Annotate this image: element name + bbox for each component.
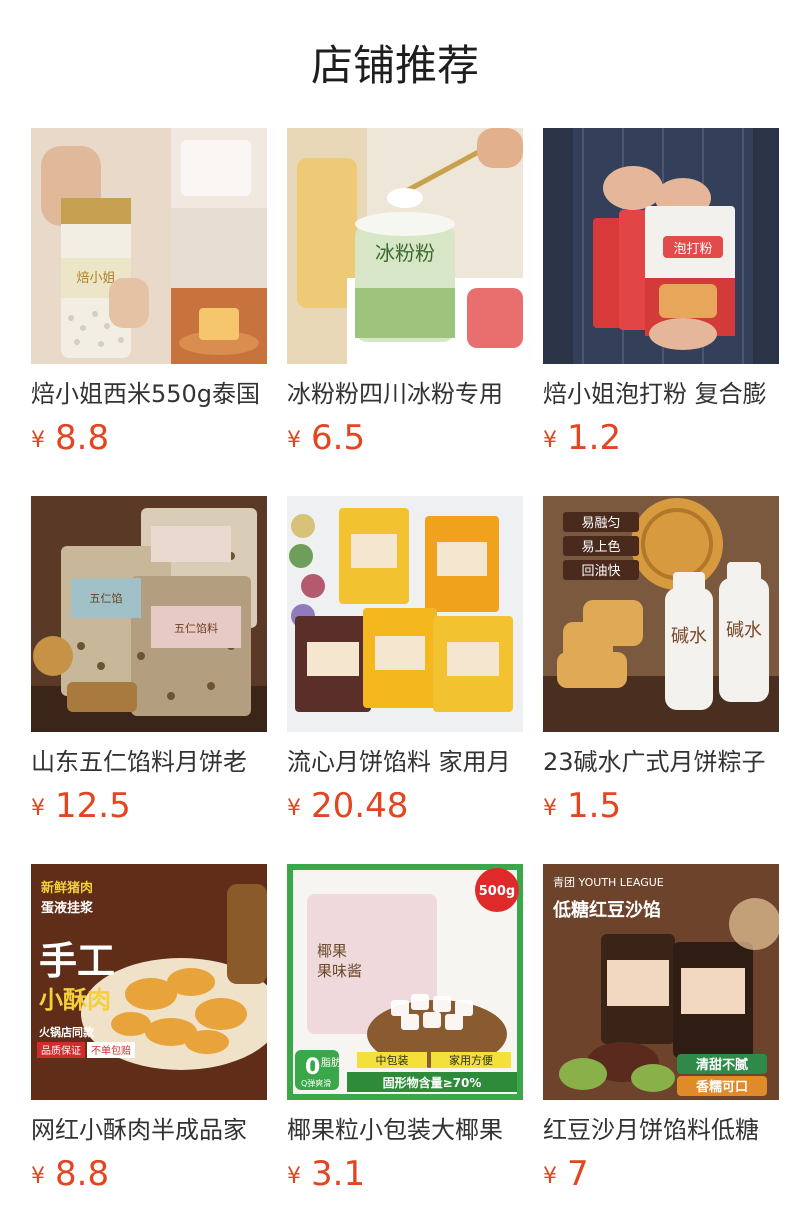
product-image-label: 低糖红豆沙馅 xyxy=(552,899,661,921)
product-image-label: 青团 YOUTH LEAGUE xyxy=(553,876,664,889)
product-image-label: 易上色 xyxy=(581,539,620,555)
product-image-label: 新鲜猪肉 xyxy=(41,880,93,896)
product-price: ¥1.5 xyxy=(543,786,779,826)
price-amount: 8.8 xyxy=(55,418,110,458)
product-image-label: 泡打粉 xyxy=(673,242,712,257)
product-price: ¥1.2 xyxy=(543,418,779,458)
product-image-label: 五仁馅料 xyxy=(174,621,218,635)
product-name[interactable]: 山东五仁馅料月饼老 xyxy=(31,746,267,778)
product-image-label: 固形物含量≥70% xyxy=(383,1075,482,1090)
product-card[interactable]: 新鲜猪肉 蛋液挂浆 手工 小酥肉 火锅店同款 品质保证 不单包赔 网红小酥肉半成… xyxy=(31,864,267,1194)
product-card[interactable]: 椰果 果味酱 500g 0 脂肪 Q弹爽滑 中包装 家用方便 固形物含量≥70%… xyxy=(287,864,523,1194)
product-image[interactable]: 易融匀 易上色 回油快 碱水 碱水 xyxy=(543,496,779,732)
coconut-jelly-bag-image: 椰果 果味酱 500g 0 脂肪 Q弹爽滑 中包装 家用方便 固形物含量≥70% xyxy=(287,864,523,1100)
tapioca-pearl-jar-image: 焙小姐 xyxy=(31,128,267,364)
product-card[interactable]: 青团 YOUTH LEAGUE 低糖红豆沙馅 清甜不腻 香糯可口 红豆沙月饼馅料… xyxy=(543,864,779,1194)
lava-mooncake-filling-packs-image xyxy=(287,496,523,732)
product-price: ¥3.1 xyxy=(287,1154,523,1194)
product-image[interactable]: 泡打粉 xyxy=(543,128,779,364)
product-image[interactable] xyxy=(287,496,523,732)
product-name[interactable]: 椰果粒小包装大椰果 xyxy=(287,1114,523,1146)
fried-pork-bites-image: 新鲜猪肉 蛋液挂浆 手工 小酥肉 火锅店同款 品质保证 不单包赔 xyxy=(31,864,267,1100)
currency-symbol: ¥ xyxy=(543,796,557,821)
currency-symbol: ¥ xyxy=(287,1164,301,1189)
product-image[interactable]: 新鲜猪肉 蛋液挂浆 手工 小酥肉 火锅店同款 品质保证 不单包赔 xyxy=(31,864,267,1100)
product-image-label: 回油快 xyxy=(581,564,620,579)
product-card[interactable]: 易融匀 易上色 回油快 碱水 碱水 23碱水广式月饼粽子 ¥ 1.5 xyxy=(543,496,779,826)
product-image-label: 椰果 xyxy=(317,942,347,960)
product-image-label: 0 xyxy=(305,1055,320,1080)
product-price: ¥6.5 xyxy=(287,418,523,458)
product-name[interactable]: 焙小姐泡打粉 复合膨 xyxy=(543,378,779,410)
price-amount: 20.48 xyxy=(311,786,409,826)
product-name[interactable]: 冰粉粉四川冰粉专用 xyxy=(287,378,523,410)
price-amount: 6.5 xyxy=(311,418,366,458)
baking-powder-packets-image: 泡打粉 xyxy=(543,128,779,364)
product-image-label: 果味酱 xyxy=(317,962,362,980)
red-bean-paste-bags-image: 青团 YOUTH LEAGUE 低糖红豆沙馅 清甜不腻 香糯可口 xyxy=(543,864,779,1100)
product-price: ¥8.8 xyxy=(31,418,267,458)
product-name[interactable]: 焙小姐西米550g泰国 xyxy=(31,378,267,410)
currency-symbol: ¥ xyxy=(31,428,45,453)
price-amount: 1.5 xyxy=(567,786,622,826)
product-image-label: 火锅店同款 xyxy=(39,1025,95,1039)
product-price: ¥20.48 xyxy=(287,786,523,826)
product-card[interactable]: 泡打粉 焙小姐泡打粉 复合膨 ¥1.2 xyxy=(543,128,779,458)
product-image[interactable]: 冰粉粉 xyxy=(287,128,523,364)
product-price: ¥8.8 xyxy=(31,1154,267,1194)
product-image[interactable]: 焙小姐 xyxy=(31,128,267,364)
currency-symbol: ¥ xyxy=(287,428,301,453)
product-image[interactable]: 椰果 果味酱 500g 0 脂肪 Q弹爽滑 中包装 家用方便 固形物含量≥70% xyxy=(287,864,523,1100)
product-image-label: 碱水 xyxy=(726,620,762,641)
product-image-label: Q弹爽滑 xyxy=(301,1078,331,1088)
product-name[interactable]: 23碱水广式月饼粽子 xyxy=(543,746,779,778)
product-card[interactable]: 流心月饼馅料 家用月 ¥20.48 xyxy=(287,496,523,826)
price-amount: 1.2 xyxy=(567,418,622,458)
product-image-label: 冰粉粉 xyxy=(375,241,435,265)
price-amount: 12.5 xyxy=(55,786,131,826)
product-image-label: 手工 xyxy=(39,939,115,983)
currency-symbol: ¥ xyxy=(31,796,45,821)
product-image-label: 家用方便 xyxy=(449,1053,493,1067)
product-image-label: 香糯可口 xyxy=(695,1079,748,1095)
product-image-label: 蛋液挂浆 xyxy=(41,900,94,916)
product-image-label: 500g xyxy=(479,884,515,899)
mooncake-filling-bags-image: 五仁馅 五仁馅料 xyxy=(31,496,267,732)
product-card[interactable]: 冰粉粉 冰粉粉四川冰粉专用 ¥6.5 xyxy=(287,128,523,458)
currency-symbol: ¥ xyxy=(31,1164,45,1189)
product-price: ¥12.5 xyxy=(31,786,267,826)
currency-symbol: ¥ xyxy=(287,796,301,821)
product-name[interactable]: 红豆沙月饼馅料低糖 xyxy=(543,1114,779,1146)
product-image-label: 焙小姐 xyxy=(76,271,115,286)
product-image[interactable]: 五仁馅 五仁馅料 xyxy=(31,496,267,732)
product-image[interactable]: 青团 YOUTH LEAGUE 低糖红豆沙馅 清甜不腻 香糯可口 xyxy=(543,864,779,1100)
product-card[interactable]: 五仁馅 五仁馅料 山东五仁馅料月饼老 ¥12.5 xyxy=(31,496,267,826)
product-image-label: 中包装 xyxy=(376,1054,409,1067)
product-image-label: 碱水 xyxy=(671,626,707,647)
product-image-label: 小酥肉 xyxy=(39,986,111,1014)
product-image-label: 脂肪 xyxy=(321,1056,341,1069)
product-image-label: 清甜不腻 xyxy=(696,1057,748,1073)
product-name[interactable]: 流心月饼馅料 家用月 xyxy=(287,746,523,778)
currency-symbol: ¥ xyxy=(543,428,557,453)
product-price: ¥7 xyxy=(543,1154,779,1194)
ice-jelly-powder-jar-image: 冰粉粉 xyxy=(287,128,523,364)
alkaline-water-bottles-image: 易融匀 易上色 回油快 碱水 碱水 xyxy=(543,496,779,732)
product-image-label: 五仁馅 xyxy=(90,591,123,605)
page-title: 店铺推荐 xyxy=(310,41,479,90)
product-image-label: 品质保证 xyxy=(41,1044,81,1057)
product-image-label: 易融匀 xyxy=(581,516,620,531)
price-amount: 7 xyxy=(567,1154,589,1194)
price-amount: 3.1 xyxy=(311,1154,366,1194)
product-image-label: 不单包赔 xyxy=(91,1044,131,1057)
product-card[interactable]: 焙小姐 焙小姐西米550g泰国 ¥8.8 xyxy=(31,128,267,458)
price-amount: 8.8 xyxy=(55,1154,110,1194)
product-name[interactable]: 网红小酥肉半成品家 xyxy=(31,1114,267,1146)
currency-symbol: ¥ xyxy=(543,1164,557,1189)
